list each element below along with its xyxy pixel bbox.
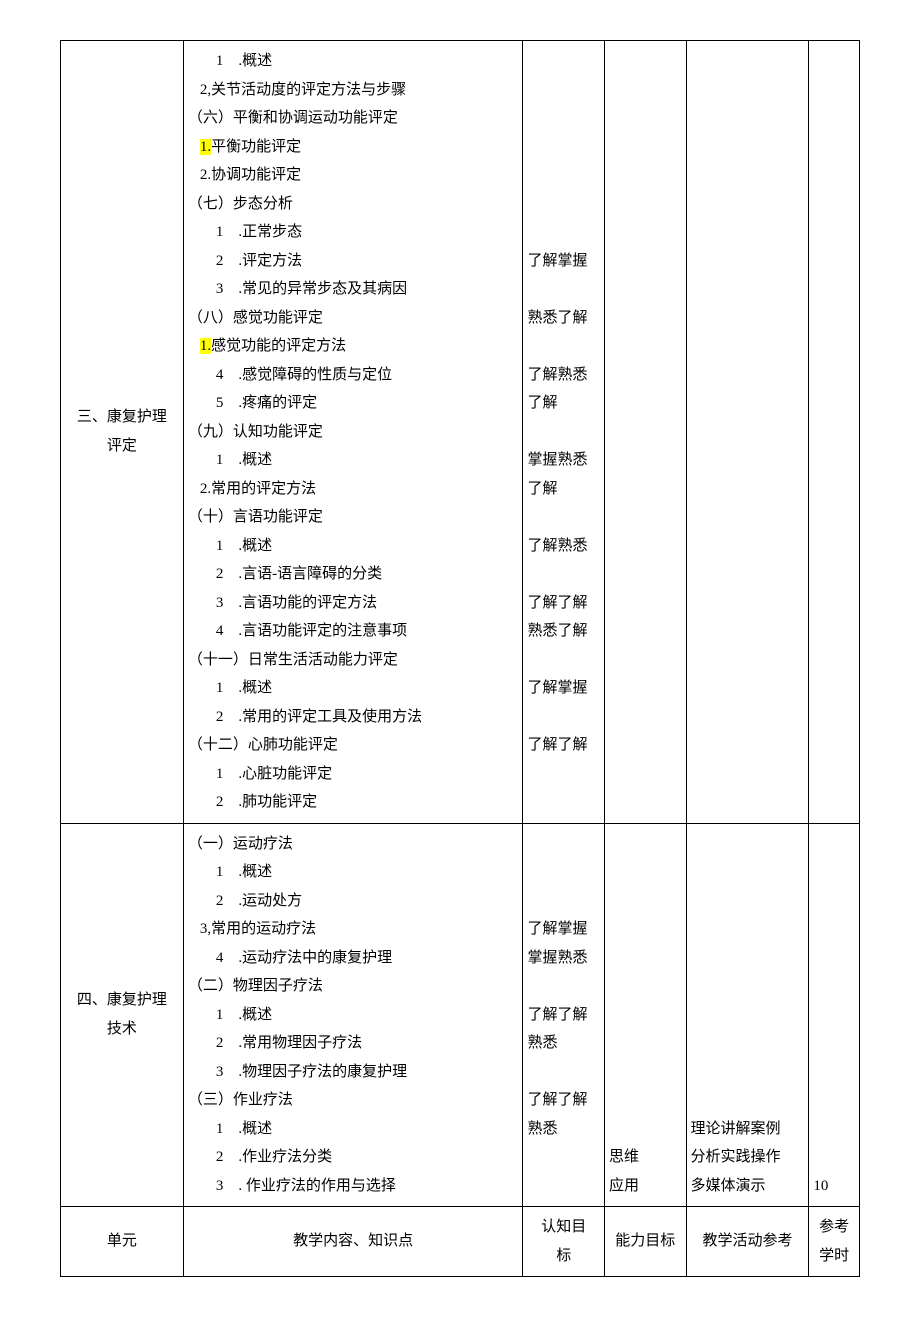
content-line: 3,常用的运动疗法 [188,915,519,944]
document-page: 三、康复护理评定1 .概述2,关节活动度的评定方法与步骤（六）平衡和协调运动功能… [60,40,860,1277]
content-line: （六）平衡和协调运动功能评定 [188,104,519,133]
highlight: 1. [200,338,211,354]
content-line: （九）认知功能评定 [188,418,519,447]
content-line: 2 .肺功能评定 [188,788,519,817]
content-line: 1 .概述 [188,858,519,887]
content-line: （十二）心肺功能评定 [188,731,519,760]
content-line: 1.平衡功能评定 [188,133,519,162]
table-row: 三、康复护理评定1 .概述2,关节活动度的评定方法与步骤（六）平衡和协调运动功能… [61,41,860,824]
content-line: 2 .运动处方 [188,887,519,916]
hours-cell [809,41,860,824]
content-line: 3 .物理因子疗法的康复护理 [188,1058,519,1087]
content-line: 2 .作业疗法分类 [188,1143,519,1172]
content-line: 4 .言语功能评定的注意事项 [188,617,519,646]
table-row: 四、康复护理技术（一）运动疗法1 .概述2 .运动处方3,常用的运动疗法4 .运… [61,823,860,1207]
content-line: 1 .概述 [188,1115,519,1144]
header-unit: 单元 [61,1207,184,1277]
content-line: 1 .概述 [188,674,519,703]
content-line: 2.常用的评定方法 [188,475,519,504]
content-line: （八）感觉功能评定 [188,304,519,333]
content-line: 1 .心脏功能评定 [188,760,519,789]
cognition-cell: 了解掌握掌握熟悉了解了解熟悉了解了解熟悉 [523,823,605,1207]
content-line: 3 .常见的异常步态及其病因 [188,275,519,304]
content-line: 5 .疼痛的评定 [188,389,519,418]
header-cognition: 认知目标 [523,1207,605,1277]
highlight: 1. [200,139,211,155]
hours-cell: 10 [809,823,860,1207]
header-activity: 教学活动参考 [686,1207,809,1277]
header-content: 教学内容、知识点 [183,1207,523,1277]
curriculum-table: 三、康复护理评定1 .概述2,关节活动度的评定方法与步骤（六）平衡和协调运动功能… [60,40,860,1277]
content-line: 1 .概述 [188,446,519,475]
content-line: 2 .评定方法 [188,247,519,276]
content-line: （三）作业疗法 [188,1086,519,1115]
activity-cell [686,41,809,824]
content-line: （七）步态分析 [188,190,519,219]
header-hours: 参考学时 [809,1207,860,1277]
content-line: 1 .概述 [188,47,519,76]
content-text: 平衡功能评定 [211,139,301,155]
cognition-cell: 了解掌握熟悉了解了解熟悉了解掌握熟悉了解了解熟悉了解了解熟悉了解了解掌握了解了解 [523,41,605,824]
content-cell: 1 .概述2,关节活动度的评定方法与步骤（六）平衡和协调运动功能评定1.平衡功能… [183,41,523,824]
content-text: 感觉功能的评定方法 [211,338,346,354]
content-line: 2.协调功能评定 [188,161,519,190]
content-line: 2 .言语-语言障碍的分类 [188,560,519,589]
content-line: 2 .常用的评定工具及使用方法 [188,703,519,732]
unit-cell: 四、康复护理技术 [61,823,184,1207]
content-line: （二）物理因子疗法 [188,972,519,1001]
content-line: 1 .概述 [188,532,519,561]
activity-cell: 理论讲解案例分析实践操作多媒体演示 [686,823,809,1207]
content-line: 1 .概述 [188,1001,519,1030]
content-line: 3 . 作业疗法的作用与选择 [188,1172,519,1201]
content-line: 1 .正常步态 [188,218,519,247]
content-line: 4 .感觉障碍的性质与定位 [188,361,519,390]
content-line: （十）言语功能评定 [188,503,519,532]
ability-cell [605,41,687,824]
table-header-row: 单元教学内容、知识点认知目标能力目标教学活动参考参考学时 [61,1207,860,1277]
content-line: （十一）日常生活活动能力评定 [188,646,519,675]
content-line: 3 .言语功能的评定方法 [188,589,519,618]
unit-cell: 三、康复护理评定 [61,41,184,824]
ability-cell: 思维应用 [605,823,687,1207]
content-line: 2 .常用物理因子疗法 [188,1029,519,1058]
content-line: 4 .运动疗法中的康复护理 [188,944,519,973]
content-line: 2,关节活动度的评定方法与步骤 [188,76,519,105]
content-line: （一）运动疗法 [188,830,519,859]
header-ability: 能力目标 [605,1207,687,1277]
content-line: 1.感觉功能的评定方法 [188,332,519,361]
content-cell: （一）运动疗法1 .概述2 .运动处方3,常用的运动疗法4 .运动疗法中的康复护… [183,823,523,1207]
